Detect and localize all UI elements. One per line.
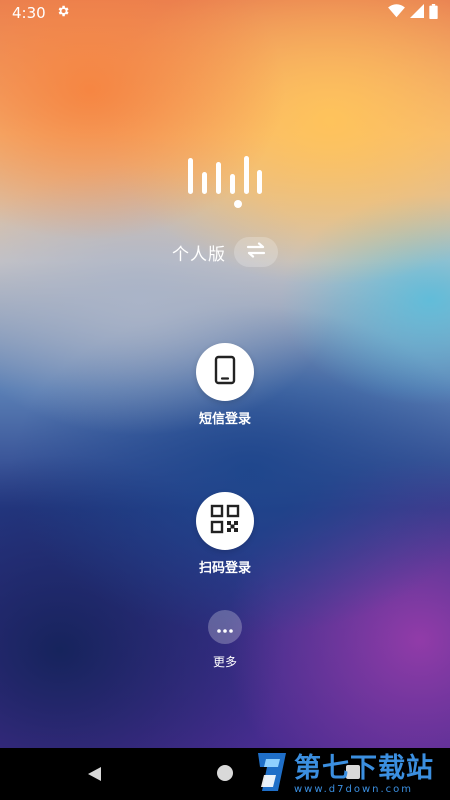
watermark: 第七下载站 www.d7down.com (252, 748, 450, 800)
scan-login-label[interactable]: 扫码登录 (199, 557, 251, 576)
settings-gear-icon (56, 4, 70, 22)
watermark-url: www.d7down.com (294, 783, 414, 795)
swap-arrows-icon (245, 242, 267, 262)
edition-label: 个人版 (172, 244, 226, 265)
battery-icon (429, 3, 438, 23)
scan-login-button[interactable] (196, 492, 254, 550)
switch-edition-button[interactable] (234, 237, 278, 267)
watermark-logo-icon (252, 749, 292, 799)
qr-code-icon (210, 504, 240, 538)
more-label[interactable]: 更多 (213, 653, 237, 670)
phone-icon (214, 355, 236, 389)
status-time: 4:30 (12, 4, 46, 22)
wifi-icon (388, 4, 405, 22)
sms-login-action[interactable]: 短信登录 (0, 343, 450, 427)
status-bar: 4:30 (0, 0, 450, 26)
sms-login-button[interactable] (196, 343, 254, 401)
nav-back-icon[interactable] (86, 766, 102, 786)
cell-signal-icon (410, 4, 424, 22)
more-button[interactable] (208, 610, 242, 644)
app-logo-icon (186, 152, 264, 212)
watermark-title: 第七下载站 (294, 752, 434, 784)
more-dots-icon (217, 618, 233, 637)
scan-login-action[interactable]: 扫码登录 (0, 492, 450, 576)
sms-login-label[interactable]: 短信登录 (199, 408, 251, 427)
edition-row: 个人版 (0, 237, 450, 267)
more-action[interactable]: 更多 (0, 610, 450, 670)
nav-home-icon[interactable] (217, 765, 233, 781)
